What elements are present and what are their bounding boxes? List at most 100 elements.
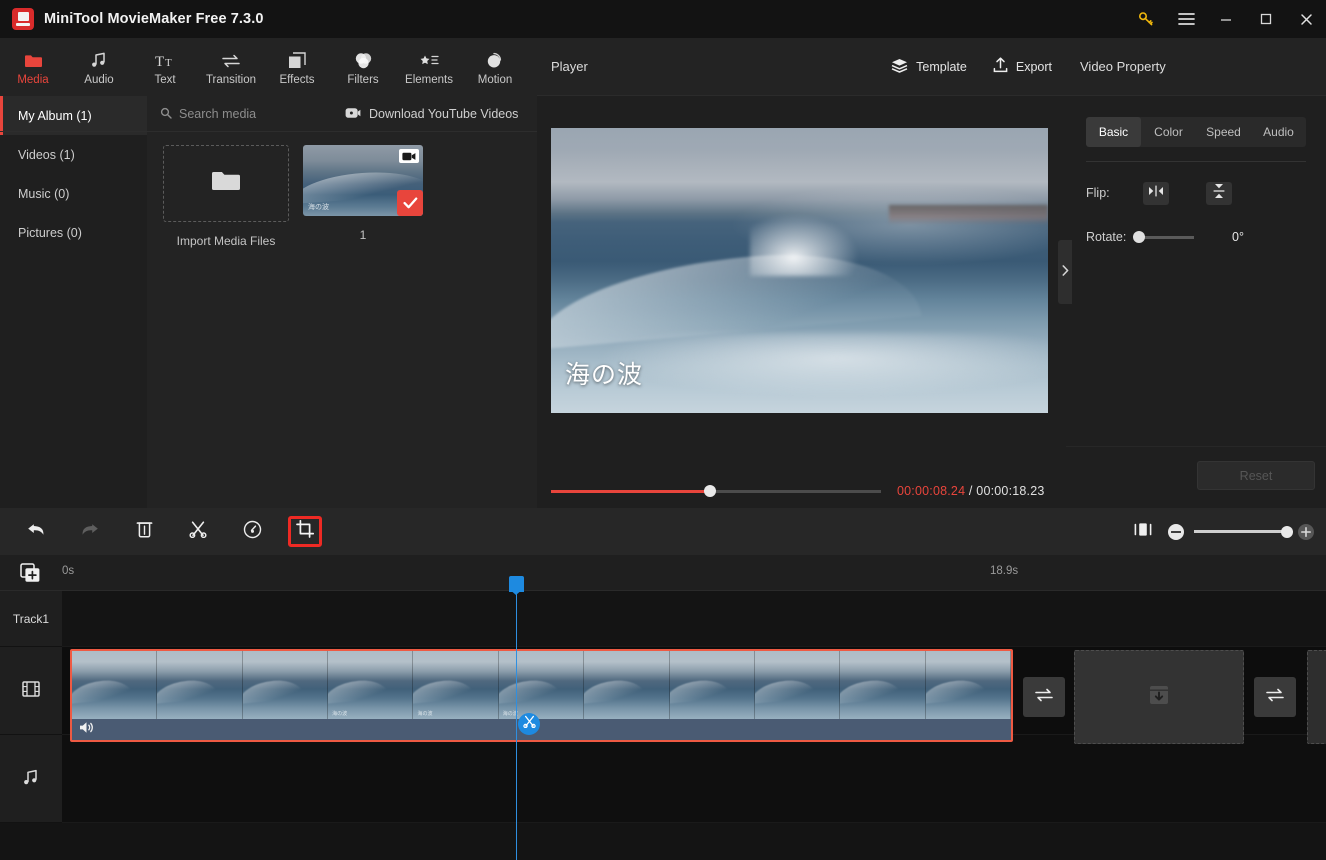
app-title: MiniTool MovieMaker Free 7.3.0 — [44, 11, 264, 27]
folder-icon — [24, 49, 43, 69]
maximize-icon[interactable] — [1246, 0, 1286, 38]
ribbon-label: Motion — [477, 73, 513, 86]
ruler-tick-1: 18.9s — [990, 565, 1019, 577]
redo-button[interactable] — [72, 517, 108, 547]
rotate-handle[interactable] — [1133, 231, 1145, 243]
clip-frame-label: 海の波 — [332, 711, 348, 717]
player-title: Player — [551, 59, 588, 74]
ribbon-item-effects[interactable]: Effects — [264, 38, 330, 96]
ribbon-item-elements[interactable]: Elements — [396, 38, 462, 96]
thumbnail-caption: 海の波 — [308, 204, 329, 211]
tab-label: Basic — [1098, 125, 1129, 139]
split-at-playhead-button[interactable] — [518, 713, 540, 735]
ribbon-label: Transition — [205, 73, 257, 86]
album-list: My Album (1) Videos (1) Music (0) Pictur… — [0, 96, 147, 508]
import-drop-area[interactable] — [163, 145, 289, 222]
scissors-icon — [522, 715, 536, 733]
svg-text:T: T — [165, 57, 172, 69]
ribbon-item-media[interactable]: Media — [0, 38, 66, 96]
playhead-handle[interactable] — [509, 576, 524, 595]
template-label: Template — [916, 59, 967, 74]
split-button[interactable] — [180, 517, 216, 547]
tab-audio[interactable]: Audio — [1251, 117, 1306, 147]
transition-arrows-icon — [221, 49, 241, 69]
zoom-slider[interactable] — [1194, 525, 1293, 538]
property-tabs: Basic Color Speed Audio — [1086, 117, 1306, 147]
template-button[interactable]: Template — [891, 58, 967, 76]
ribbon-item-text[interactable]: TT Text — [132, 38, 198, 96]
search-input[interactable]: Search media — [160, 96, 256, 132]
album-item-pictures[interactable]: Pictures (0) — [0, 213, 147, 252]
clip-frame — [584, 651, 670, 719]
flip-vertical-button[interactable] — [1206, 181, 1232, 205]
seek-handle[interactable] — [704, 485, 716, 497]
zoom-handle[interactable] — [1281, 525, 1293, 538]
wave-spray-decoration — [749, 213, 860, 277]
video-preview[interactable]: 海の波 — [551, 128, 1048, 413]
ribbon-item-motion[interactable]: Motion — [462, 38, 528, 96]
media-item[interactable]: 海の波 1 — [303, 145, 423, 242]
album-item-videos[interactable]: Videos (1) — [0, 135, 147, 174]
elements-star-list-icon — [419, 49, 439, 69]
horizontal-scrollbar-track[interactable] — [0, 843, 1326, 857]
tab-basic[interactable]: Basic — [1086, 117, 1141, 147]
seek-slider[interactable] — [551, 485, 881, 497]
timeline-lane-audio[interactable] — [62, 735, 1326, 823]
track-header-video[interactable] — [0, 647, 62, 735]
crop-button[interactable] — [288, 516, 322, 547]
undo-button[interactable] — [18, 517, 54, 547]
rotate-slider[interactable] — [1133, 231, 1194, 243]
time-display: 00:00:08.24 / 00:00:18.23 — [897, 484, 1045, 498]
collapse-property-panel-button[interactable] — [1058, 240, 1072, 304]
ribbon-item-transition[interactable]: Transition — [198, 38, 264, 96]
minimize-icon[interactable] — [1206, 0, 1246, 38]
media-thumbnail[interactable]: 海の波 — [303, 145, 423, 216]
ribbon-item-filters[interactable]: Filters — [330, 38, 396, 96]
track-header-1[interactable]: Track1 — [0, 591, 62, 647]
film-strip-icon — [22, 680, 40, 701]
media-panel: My Album (1) Videos (1) Music (0) Pictur… — [0, 96, 537, 508]
media-drop-zone[interactable] — [1074, 650, 1244, 744]
tab-speed[interactable]: Speed — [1196, 117, 1251, 147]
track-header-audio[interactable] — [0, 735, 62, 823]
export-label: Export — [1015, 59, 1052, 74]
delete-button[interactable] — [126, 517, 162, 547]
speed-button[interactable] — [234, 517, 270, 547]
speaker-icon[interactable] — [79, 721, 95, 739]
transition-slot-left[interactable] — [1023, 677, 1065, 717]
ribbon-label: Filters — [347, 73, 379, 86]
download-youtube-button[interactable]: Download YouTube Videos — [345, 96, 518, 132]
key-icon[interactable] — [1126, 0, 1166, 38]
export-button[interactable]: Export — [993, 57, 1052, 76]
transition-slot-right[interactable] — [1254, 677, 1296, 717]
fit-timeline-button[interactable] — [1126, 517, 1160, 547]
text-icon: TT — [155, 49, 175, 69]
scissors-icon — [189, 520, 207, 543]
add-track-button[interactable] — [20, 563, 42, 583]
property-footer-separator — [1066, 446, 1326, 447]
clip-frame: 海の波 — [413, 651, 499, 719]
media-drop-zone-overflow[interactable] — [1307, 650, 1326, 744]
seek-progress-fill — [551, 489, 711, 493]
timeline-lane-text[interactable] — [62, 591, 1326, 647]
video-clip[interactable]: 海の波 海の波 海の波 — [70, 649, 1013, 742]
clip-frame — [754, 651, 841, 719]
tab-color[interactable]: Color — [1141, 117, 1196, 147]
close-icon[interactable] — [1286, 0, 1326, 38]
export-upload-icon — [993, 57, 1008, 76]
timeline-ruler[interactable]: 0s 18.9s — [0, 555, 1326, 591]
album-item-music[interactable]: Music (0) — [0, 174, 147, 213]
clip-frame: 海の波 — [498, 651, 585, 719]
ribbon-label: Effects — [279, 73, 315, 86]
menu-icon[interactable] — [1166, 0, 1206, 38]
zoom-out-button[interactable] — [1168, 523, 1184, 540]
edit-toolbar — [0, 508, 1326, 555]
zoom-in-button[interactable] — [1298, 523, 1314, 540]
app-logo-icon — [12, 8, 34, 30]
flip-horizontal-button[interactable] — [1143, 181, 1169, 205]
crop-icon — [296, 519, 315, 543]
media-selected-checkmark[interactable] — [397, 190, 423, 216]
import-media-tile[interactable]: Import Media Files — [163, 145, 289, 248]
ribbon-item-audio[interactable]: Audio — [66, 38, 132, 96]
reset-button[interactable]: Reset — [1197, 461, 1315, 490]
